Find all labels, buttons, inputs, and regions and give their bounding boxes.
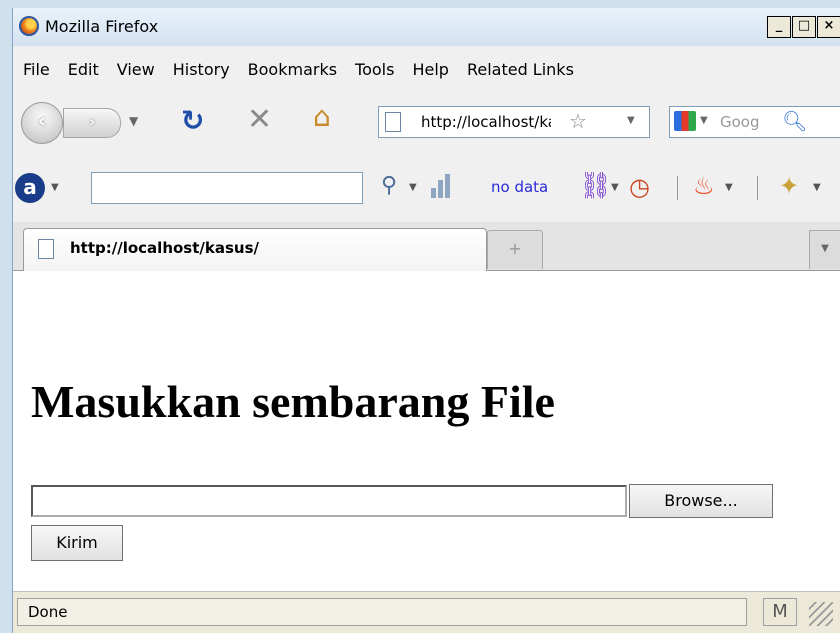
fire-dropdown-icon[interactable]: ▼: [725, 182, 733, 193]
title-bar: Mozilla Firefox _ □ ×: [13, 8, 840, 46]
menu-file[interactable]: File: [23, 60, 50, 88]
back-button[interactable]: ‹: [21, 102, 63, 144]
page-heading: Masukkan sembarang File: [31, 376, 555, 427]
minimize-button[interactable]: _: [767, 16, 791, 38]
addon-search-dropdown-icon[interactable]: ▼: [409, 182, 417, 193]
status-bar: Done M: [13, 591, 840, 633]
browse-button[interactable]: Browse...: [629, 484, 773, 518]
stats-status-link[interactable]: no data: [491, 178, 548, 196]
firefox-logo-icon: [19, 16, 39, 36]
forward-button[interactable]: ›: [63, 108, 121, 138]
gmail-icon[interactable]: M: [763, 598, 797, 626]
file-path-input[interactable]: [31, 485, 627, 517]
addon-a-icon[interactable]: a: [15, 173, 45, 203]
maximize-button[interactable]: □: [792, 16, 816, 38]
menu-bookmarks[interactable]: Bookmarks: [248, 60, 337, 88]
resize-grip-icon[interactable]: [809, 602, 833, 626]
link-chain-icon[interactable]: ⛓: [579, 171, 612, 201]
clock-icon[interactable]: ◷: [629, 173, 650, 201]
new-tab-button[interactable]: +: [487, 230, 543, 269]
tab-label: http://localhost/kasus/: [70, 239, 259, 257]
menu-history[interactable]: History: [173, 60, 230, 88]
url-text[interactable]: http://localhost/kasus/: [421, 113, 551, 131]
tab-localhost-kasus[interactable]: http://localhost/kasus/: [23, 228, 487, 271]
close-button[interactable]: ×: [817, 16, 840, 38]
addon-search-icon[interactable]: ⚲: [381, 173, 397, 198]
addon-toolbar: a ▼ ⚲ ▼ no data ⛓ ▼ ◷ ♨ ▼ ✦ ▼: [13, 168, 840, 208]
search-engine-dropdown-icon[interactable]: ▼: [700, 115, 708, 126]
url-dropdown-icon[interactable]: ▼: [627, 115, 635, 126]
menu-view[interactable]: View: [117, 60, 155, 88]
menu-tools[interactable]: Tools: [355, 60, 394, 88]
toolbar-divider: [757, 176, 758, 200]
magnifier-icon[interactable]: 🔍︎: [782, 109, 807, 133]
addon-search-input[interactable]: [91, 172, 363, 204]
link-chain-dropdown-icon[interactable]: ▼: [611, 182, 619, 193]
menu-help[interactable]: Help: [412, 60, 448, 88]
url-bar[interactable]: http://localhost/kasus/ ☆ ▼: [378, 106, 650, 138]
page-icon: [385, 112, 401, 132]
home-icon[interactable]: ⌂: [313, 100, 331, 133]
window-controls: _ □ ×: [766, 16, 840, 38]
history-dropdown-icon[interactable]: ▼: [129, 114, 138, 128]
toolbar-divider: [677, 176, 678, 200]
stats-bars-icon[interactable]: [431, 174, 452, 198]
tab-list-dropdown-icon[interactable]: ▼: [809, 230, 840, 269]
window-title: Mozilla Firefox: [45, 17, 159, 36]
magic-search-dropdown-icon[interactable]: ▼: [813, 182, 821, 193]
reload-icon[interactable]: ↻: [181, 104, 204, 137]
menu-bar: File Edit View History Bookmarks Tools H…: [13, 60, 582, 88]
magic-search-icon[interactable]: ✦: [779, 172, 799, 200]
page-content: Masukkan sembarang File Browse... Kirim: [13, 271, 840, 591]
stop-icon[interactable]: ✕: [247, 102, 272, 137]
tab-strip: http://localhost/kasus/ + ▼: [13, 222, 840, 271]
search-bar[interactable]: ▼ Goog 🔍︎: [669, 106, 840, 138]
page-icon: [38, 239, 54, 259]
bookmark-star-icon[interactable]: ☆: [569, 109, 587, 133]
fire-icon[interactable]: ♨: [693, 172, 715, 200]
addon-a-dropdown-icon[interactable]: ▼: [51, 182, 59, 193]
submit-button[interactable]: Kirim: [31, 525, 123, 561]
menu-edit[interactable]: Edit: [68, 60, 99, 88]
navigation-toolbar: › ‹ ▼ ↻ ✕ ⌂ http://localhost/kasus/ ☆ ▼ …: [13, 94, 840, 148]
status-text: Done: [17, 598, 747, 626]
back-forward-group: › ‹ ▼: [21, 102, 161, 144]
search-engine-icon[interactable]: [674, 111, 696, 131]
search-input[interactable]: Goog: [720, 113, 760, 131]
browser-window: Mozilla Firefox _ □ × File Edit View His…: [12, 8, 840, 633]
menu-related-links[interactable]: Related Links: [467, 60, 574, 88]
